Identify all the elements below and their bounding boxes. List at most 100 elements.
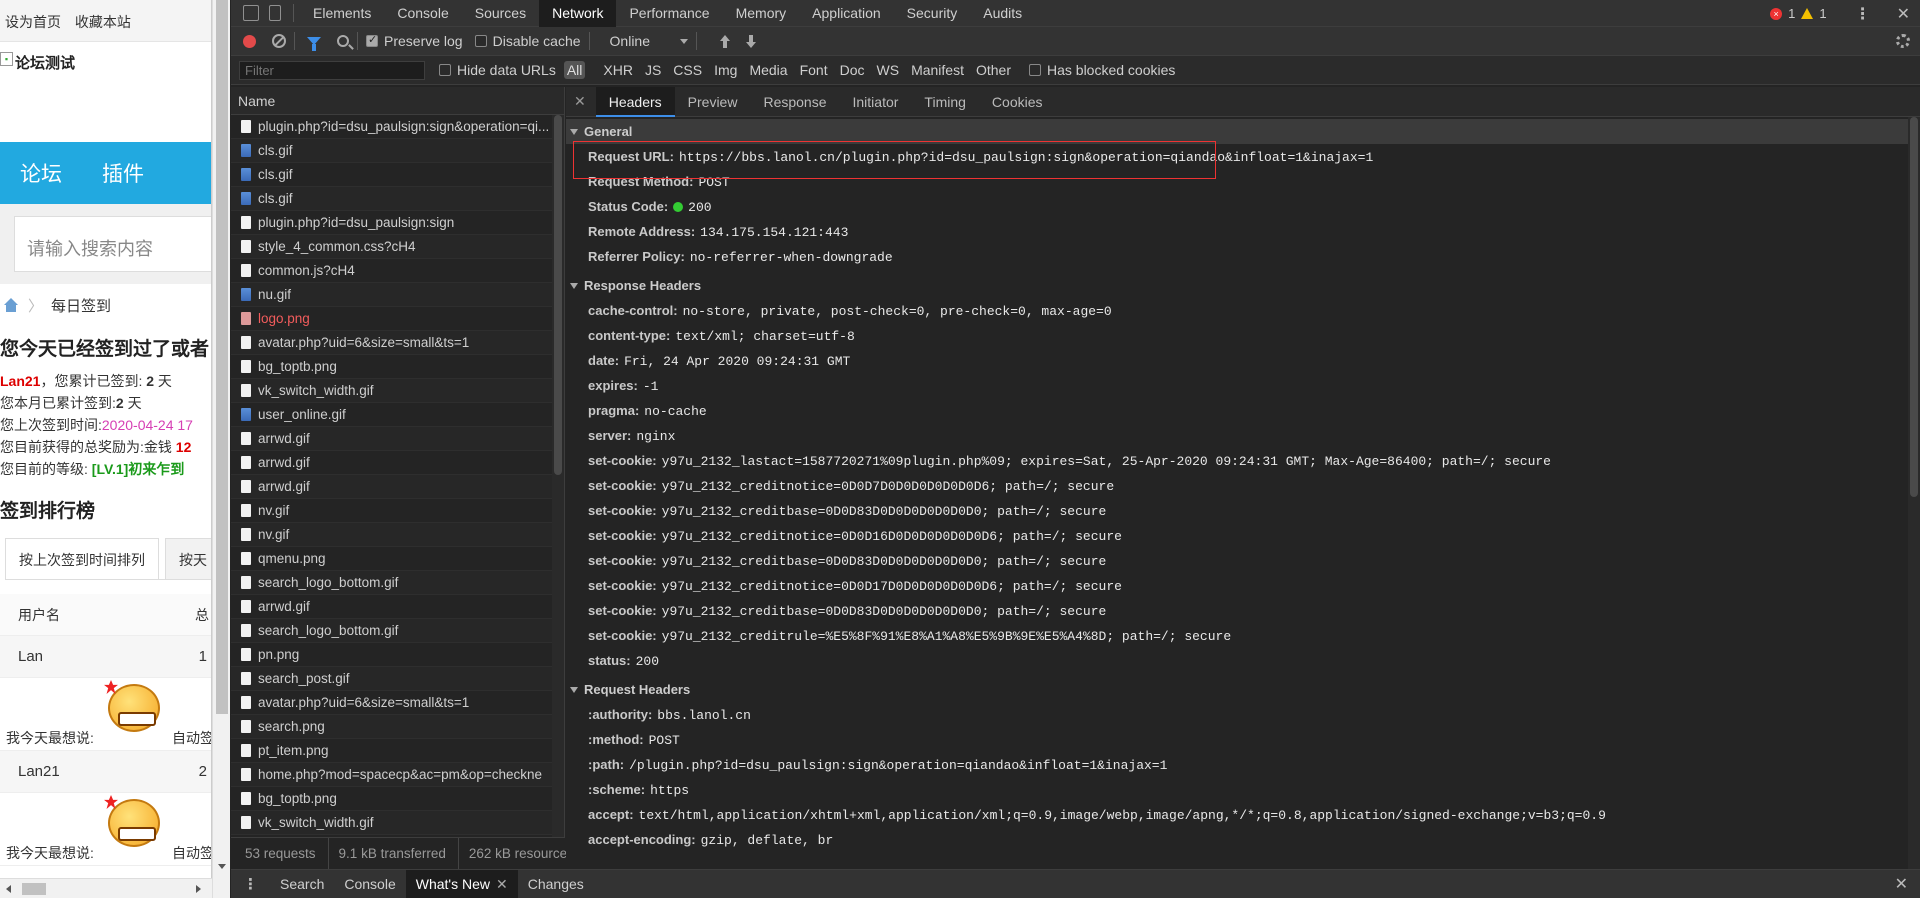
tab-network[interactable]: Network: [539, 0, 617, 27]
filter-type-img[interactable]: Img: [714, 62, 737, 78]
request-row[interactable]: arrwd.gif: [231, 427, 564, 451]
header-row[interactable]: set-cookie: y97u_2132_creditnotice=0D0D17…: [566, 573, 1920, 598]
request-list-scrollbar[interactable]: [552, 115, 564, 837]
filter-type-font[interactable]: Font: [800, 62, 828, 78]
hide-data-urls-checkbox[interactable]: Hide data URLs: [439, 62, 556, 78]
set-homepage-link[interactable]: 设为首页: [5, 14, 61, 30]
page-vertical-scrollbar[interactable]: [212, 0, 230, 898]
scrollbar-thumb[interactable]: [22, 883, 46, 895]
tab-security[interactable]: Security: [894, 0, 971, 27]
header-row[interactable]: content-type: text/xml; charset=utf-8: [566, 323, 1920, 348]
checkbox-icon[interactable]: [1029, 64, 1041, 76]
header-row[interactable]: :scheme: https: [566, 777, 1920, 802]
header-row[interactable]: set-cookie: y97u_2132_creditbase=0D0D83D0…: [566, 598, 1920, 623]
section-request-headers[interactable]: Request Headers: [566, 677, 1920, 702]
scrollbar-thumb[interactable]: [1910, 117, 1918, 497]
header-row[interactable]: :path: /plugin.php?id=dsu_paulsign:sign&o…: [566, 752, 1920, 777]
request-row[interactable]: arrwd.gif: [231, 451, 564, 475]
tab-sources[interactable]: Sources: [462, 0, 539, 27]
filter-type-all[interactable]: All: [563, 61, 586, 79]
request-row[interactable]: bg_toptb.png: [231, 355, 564, 379]
request-row[interactable]: nv.gif: [231, 499, 564, 523]
scroll-right-arrow-icon[interactable]: [196, 885, 201, 893]
request-row[interactable]: pt_item.png: [231, 739, 564, 763]
request-row[interactable]: cls.gif: [231, 139, 564, 163]
header-row[interactable]: set-cookie: y97u_2132_creditbase=0D0D83D0…: [566, 548, 1920, 573]
close-tab-icon[interactable]: ✕: [496, 876, 508, 892]
page-horizontal-scrollbar[interactable]: [0, 878, 212, 898]
gear-icon[interactable]: [1896, 34, 1910, 48]
tab-sort-by-last-sign[interactable]: 按上次签到时间排列: [5, 538, 159, 579]
drawer-tab-whats-new[interactable]: What's New ✕: [405, 869, 518, 898]
header-row[interactable]: :authority: bbs.lanol.cn: [566, 702, 1920, 727]
header-row[interactable]: Status Code: 200: [566, 194, 1920, 219]
scroll-left-arrow-icon[interactable]: [6, 885, 11, 893]
filter-type-manifest[interactable]: Manifest: [911, 62, 964, 78]
row-username[interactable]: Lan: [18, 648, 43, 665]
detail-scrollbar[interactable]: [1908, 117, 1920, 869]
drawer-tab-console[interactable]: Console: [334, 870, 405, 898]
request-row[interactable]: vk_switch_width.gif: [231, 811, 564, 835]
tab-application[interactable]: Application: [799, 0, 894, 27]
drawer-tab-search[interactable]: Search: [270, 870, 334, 898]
row-username[interactable]: Lan21: [18, 763, 60, 780]
filter-type-ws[interactable]: WS: [877, 62, 900, 78]
home-icon[interactable]: [2, 298, 20, 312]
tab-elements[interactable]: Elements: [300, 0, 384, 27]
inspect-element-icon[interactable]: [243, 5, 259, 21]
issue-counters[interactable]: × 1 1 ⋮ ✕: [1770, 0, 1920, 27]
tab-console[interactable]: Console: [384, 0, 461, 27]
header-row[interactable]: set-cookie: y97u_2132_creditbase=0D0D83D0…: [566, 498, 1920, 523]
preserve-log-checkbox[interactable]: Preserve log: [366, 33, 463, 49]
filter-type-other[interactable]: Other: [976, 62, 1011, 78]
header-row[interactable]: server: nginx: [566, 423, 1920, 448]
request-row[interactable]: user_online.gif: [231, 403, 564, 427]
tab-preview[interactable]: Preview: [675, 87, 751, 117]
device-toolbar-icon[interactable]: [269, 5, 281, 21]
header-row[interactable]: :method: POST: [566, 727, 1920, 752]
search-input[interactable]: 请输入搜索内容: [14, 216, 211, 272]
disable-cache-checkbox[interactable]: Disable cache: [474, 33, 581, 49]
checkbox-checked-icon[interactable]: [366, 33, 378, 47]
header-row[interactable]: Referrer Policy: no-referrer-when-downgra…: [566, 244, 1920, 269]
import-har-icon[interactable]: [719, 34, 731, 48]
column-name-header[interactable]: Name: [231, 87, 564, 115]
export-har-icon[interactable]: [745, 34, 757, 48]
header-row[interactable]: date: Fri, 24 Apr 2020 09:24:31 GMT: [566, 348, 1920, 373]
scroll-down-arrow-icon[interactable]: [218, 864, 226, 869]
site-logo[interactable]: ▪ 论坛测试: [0, 42, 211, 142]
header-row[interactable]: pragma: no-cache: [566, 398, 1920, 423]
request-row[interactable]: plugin.php?id=dsu_paulsign:sign: [231, 211, 564, 235]
scrollbar-thumb[interactable]: [216, 0, 228, 714]
tab-memory[interactable]: Memory: [723, 0, 800, 27]
record-icon[interactable]: [243, 34, 256, 48]
request-row[interactable]: style_4_common.css?cH4: [231, 235, 564, 259]
bookmark-link[interactable]: 收藏本站: [75, 14, 131, 30]
filter-input[interactable]: [239, 60, 425, 80]
filter-type-xhr[interactable]: XHR: [603, 62, 633, 78]
request-row[interactable]: qmenu.png: [231, 547, 564, 571]
clear-icon[interactable]: [272, 34, 286, 48]
nav-item-plugins[interactable]: 插件: [102, 158, 144, 188]
request-row[interactable]: search.png: [231, 715, 564, 739]
close-devtools-icon[interactable]: ✕: [1897, 4, 1910, 24]
request-row[interactable]: avatar.php?uid=6&size=small&ts=1: [231, 331, 564, 355]
header-row[interactable]: expires: -1: [566, 373, 1920, 398]
nav-item-forum[interactable]: 论坛: [20, 158, 62, 188]
request-row[interactable]: arrwd.gif: [231, 595, 564, 619]
request-row[interactable]: cls.gif: [231, 187, 564, 211]
request-row[interactable]: home.php?mod=spacecp&ac=pm&op=checkne: [231, 763, 564, 787]
header-row[interactable]: accept: text/html,application/xhtml+xml,a…: [566, 802, 1920, 827]
tab-sort-by-days[interactable]: 按天: [165, 538, 211, 579]
request-row[interactable]: nv.gif: [231, 523, 564, 547]
checkbox-icon[interactable]: [474, 35, 487, 47]
tab-initiator[interactable]: Initiator: [840, 87, 912, 117]
tab-headers[interactable]: Headers: [595, 86, 675, 117]
tab-cookies[interactable]: Cookies: [979, 87, 1056, 117]
header-row[interactable]: accept-encoding: gzip, deflate, br: [566, 827, 1920, 852]
close-detail-icon[interactable]: ✕: [566, 93, 596, 110]
search-icon[interactable]: [337, 35, 349, 47]
request-row[interactable]: vk_switch_width.gif: [231, 379, 564, 403]
request-row[interactable]: common.js?cH4: [231, 259, 564, 283]
request-row[interactable]: cls.gif: [231, 163, 564, 187]
